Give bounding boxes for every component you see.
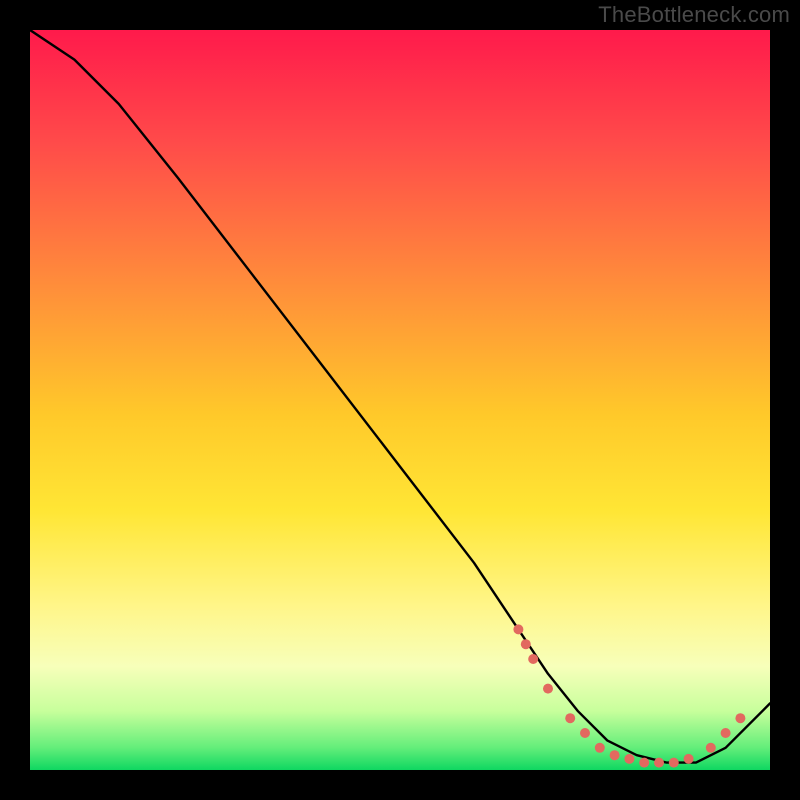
curve-layer: [30, 30, 770, 770]
curve-marker: [610, 750, 620, 760]
curve-marker: [735, 713, 745, 723]
curve-markers: [513, 624, 745, 767]
curve-marker: [580, 728, 590, 738]
curve-marker: [565, 713, 575, 723]
curve-marker: [528, 654, 538, 664]
watermark-text: TheBottleneck.com: [598, 2, 790, 28]
curve-marker: [624, 754, 634, 764]
curve-marker: [654, 758, 664, 768]
curve-marker: [721, 728, 731, 738]
curve-marker: [639, 758, 649, 768]
plot-area: [30, 30, 770, 770]
curve-marker: [669, 758, 679, 768]
bottleneck-curve: [30, 30, 770, 763]
curve-marker: [595, 743, 605, 753]
curve-marker: [684, 754, 694, 764]
curve-marker: [521, 639, 531, 649]
curve-marker: [513, 624, 523, 634]
chart-frame: TheBottleneck.com: [0, 0, 800, 800]
curve-marker: [706, 743, 716, 753]
curve-marker: [543, 684, 553, 694]
